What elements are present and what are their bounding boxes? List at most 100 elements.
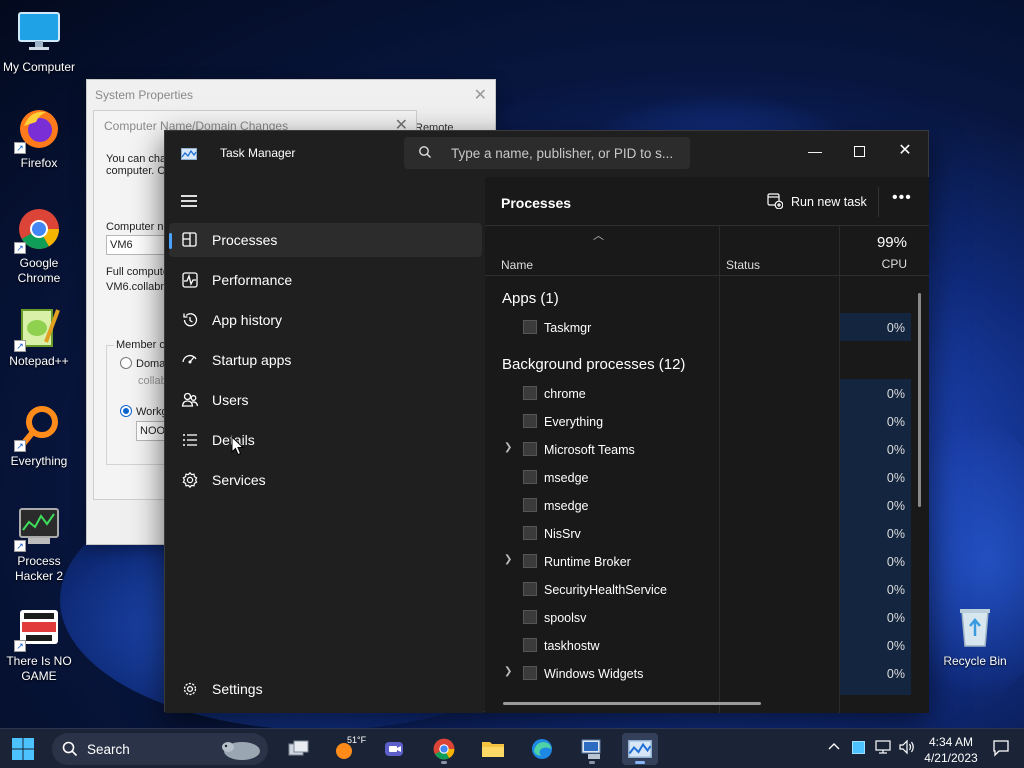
- shortcut-arrow-icon: ↗: [14, 440, 26, 452]
- cpu-cell: 0%: [840, 603, 911, 631]
- nav-item-services[interactable]: Services: [169, 463, 482, 497]
- nav-item-label: Processes: [212, 232, 278, 248]
- process-icon: [523, 414, 537, 428]
- performance-icon: [181, 271, 199, 289]
- cpu-cell: 0%: [840, 407, 911, 435]
- hamburger-menu-icon[interactable]: [181, 195, 197, 207]
- search-label: Search: [87, 742, 130, 757]
- desktop-icon-my-computer[interactable]: My Computer: [1, 10, 77, 75]
- column-header-status[interactable]: Status: [726, 258, 760, 308]
- table-row[interactable]: SecurityHealthService 0%: [485, 575, 911, 603]
- file-explorer-button[interactable]: [475, 733, 511, 765]
- network-icon[interactable]: [874, 739, 892, 760]
- table-row[interactable]: ❯ Runtime Broker 0%: [485, 547, 911, 575]
- system-properties-taskbar-button[interactable]: [574, 733, 610, 765]
- window-title: Task Manager: [220, 146, 296, 160]
- taskbar-search-box[interactable]: Search: [52, 733, 268, 765]
- table-row[interactable]: taskhostw 0%: [485, 631, 911, 659]
- table-row[interactable]: ❯ Microsoft Teams 0%: [485, 435, 911, 463]
- minimize-button[interactable]: —: [792, 137, 838, 167]
- table-row[interactable]: Everything 0%: [485, 407, 911, 435]
- process-icon: [523, 470, 537, 484]
- column-header-cpu[interactable]: CPU: [882, 257, 907, 271]
- task-manager-taskbar-button[interactable]: [622, 733, 658, 765]
- volume-icon[interactable]: [898, 739, 916, 760]
- close-icon[interactable]: ✕: [474, 85, 487, 105]
- date: 4/21/2023: [924, 751, 978, 765]
- nav-item-performance[interactable]: Performance: [169, 263, 482, 297]
- window-title: System Properties: [95, 88, 194, 102]
- dialog-description: computer. Cl: [106, 165, 168, 177]
- close-button[interactable]: ✕: [882, 137, 928, 167]
- task-manager-window[interactable]: Task Manager Type a name, publisher, or …: [164, 130, 929, 713]
- table-row[interactable]: NisSrv 0%: [485, 519, 911, 547]
- table-row[interactable]: ❯ Windows Widgets 0%: [485, 659, 911, 687]
- search-input[interactable]: Type a name, publisher, or PID to s...: [404, 137, 690, 169]
- horizontal-scrollbar[interactable]: [503, 702, 761, 705]
- desktop-icon-recycle-bin[interactable]: Recycle Bin: [937, 604, 1013, 669]
- tray-app-icon[interactable]: [852, 741, 865, 754]
- process-icon: [523, 554, 537, 568]
- time: 4:34 AM: [928, 735, 974, 749]
- chrome-taskbar-button[interactable]: [426, 733, 462, 765]
- cpu-value: 0%: [886, 471, 905, 485]
- search-placeholder: Type a name, publisher, or PID to s...: [451, 146, 674, 161]
- more-options-icon[interactable]: •••: [892, 189, 912, 207]
- shortcut-arrow-icon: ↗: [14, 142, 26, 154]
- file-explorer-icon: [482, 742, 504, 757]
- edge-button[interactable]: [524, 733, 560, 765]
- vertical-scrollbar[interactable]: [918, 293, 921, 507]
- desktop-icon-label: Process Hacker 2: [14, 554, 64, 583]
- divider: [485, 225, 929, 226]
- desktop-icon-notepad-plus-plus[interactable]: ↗ Notepad++: [1, 304, 77, 369]
- process-name: msedge: [544, 471, 589, 485]
- table-row[interactable]: msedge 0%: [485, 463, 911, 491]
- table-row[interactable]: msedge 0%: [485, 491, 911, 519]
- desktop-icon-process-hacker[interactable]: ↗ Process Hacker 2: [1, 504, 77, 584]
- process-name: Everything: [544, 415, 604, 429]
- process-name: spoolsv: [544, 611, 587, 625]
- domain-value: collab: [138, 375, 167, 387]
- task-view-button[interactable]: [281, 733, 317, 765]
- cpu-cell: 0%: [840, 519, 911, 547]
- domain-label: Doma: [136, 358, 166, 370]
- sort-caret-up-icon[interactable]: ︿: [593, 227, 604, 243]
- task-view-icon: [288, 740, 309, 756]
- expand-chevron-icon[interactable]: ❯: [504, 666, 512, 677]
- workgroup-radio[interactable]: [120, 405, 132, 417]
- desktop-icon-label: Recycle Bin: [943, 654, 1007, 668]
- full-computer-name-value: VM6.collabn: [106, 281, 167, 293]
- nav-item-details[interactable]: Details: [169, 423, 482, 457]
- settings-gear-icon: [181, 680, 199, 698]
- sidebar: Processes Performance App history Startu…: [165, 177, 484, 713]
- desktop-icon-there-is-no-game[interactable]: ↗ There Is NO GAME: [1, 604, 77, 684]
- teams-chat-button[interactable]: [376, 733, 412, 765]
- desktop-icon-firefox[interactable]: ↗ Firefox: [1, 106, 77, 171]
- notification-icon[interactable]: [992, 739, 1010, 762]
- nav-item-app-history[interactable]: App history: [169, 303, 482, 337]
- table-row[interactable]: spoolsv 0%: [485, 603, 911, 631]
- system-properties-icon: [581, 739, 601, 759]
- taskbar: Search 51°F 4:34 AM 4/21/2023: [0, 728, 1024, 768]
- clock[interactable]: 4:34 AM 4/21/2023: [918, 734, 984, 766]
- nav-item-processes[interactable]: Processes: [169, 223, 482, 257]
- table-row[interactable]: chrome 0%: [485, 379, 911, 407]
- nav-item-startup-apps[interactable]: Startup apps: [169, 343, 482, 377]
- maximize-button[interactable]: [836, 137, 882, 167]
- weather-widget-button[interactable]: 51°F: [330, 733, 366, 765]
- windows-logo-icon: [12, 738, 34, 760]
- divider: [485, 275, 929, 276]
- chevron-up-icon[interactable]: [827, 740, 841, 759]
- nav-item-users[interactable]: Users: [169, 383, 482, 417]
- start-button[interactable]: [5, 733, 41, 765]
- nav-item-settings[interactable]: Settings: [169, 672, 482, 706]
- domain-radio[interactable]: [120, 357, 132, 369]
- desktop-icon-google-chrome[interactable]: ↗ Google Chrome: [1, 206, 77, 286]
- nav-item-label: Settings: [212, 681, 263, 697]
- desktop-icon-everything[interactable]: ↗ Everything: [1, 404, 77, 469]
- expand-chevron-icon[interactable]: ❯: [504, 442, 512, 453]
- weather-temperature: 51°F: [347, 735, 367, 745]
- table-row[interactable]: Taskmgr 0%: [485, 313, 911, 341]
- expand-chevron-icon[interactable]: ❯: [504, 554, 512, 565]
- title-bar[interactable]: Task Manager Type a name, publisher, or …: [165, 131, 928, 177]
